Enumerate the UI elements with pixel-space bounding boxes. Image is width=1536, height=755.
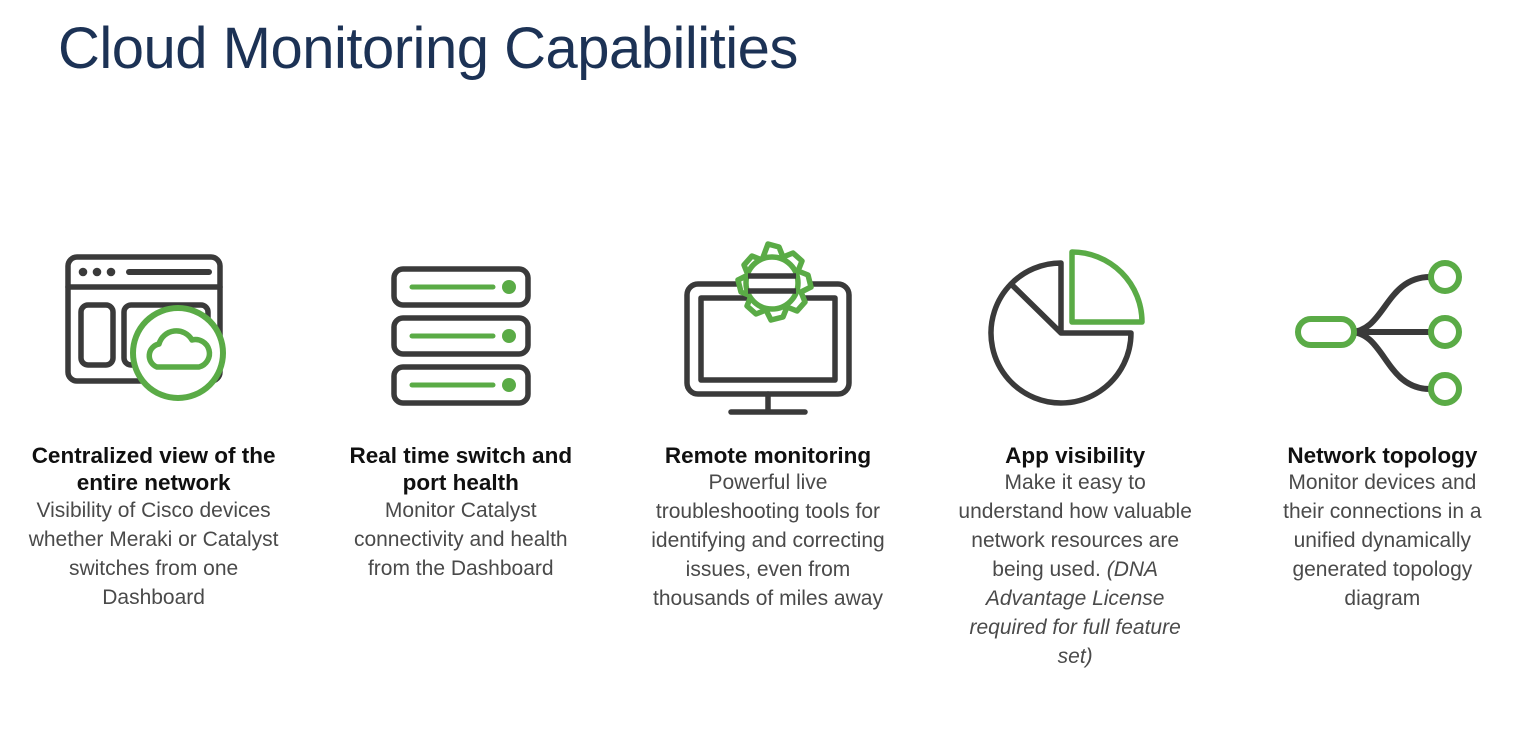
capability-column-switch-health: Real time switch and port health Monitor… (307, 228, 614, 584)
slide-canvas: Cloud Monitoring Capabilities Centralize… (0, 0, 1536, 755)
caption-heading: Remote monitoring (664, 443, 872, 468)
caption-block: Centralized view of the entire network V… (18, 442, 290, 613)
caption-block: Network topology Monitor devices and the… (1277, 442, 1487, 614)
server-stack-icon (307, 228, 614, 428)
caption-body-text: Powerful live troubleshooting tools for … (651, 471, 885, 611)
capability-column-remote-monitoring: Remote monitoring Powerful live troubles… (614, 228, 921, 614)
capability-columns: Centralized view of the entire network V… (0, 228, 1536, 672)
caption-body-text: Monitor devices and their connections in… (1283, 471, 1482, 611)
caption-heading: Real time switch and port health (349, 443, 573, 496)
capability-column-centralized-view: Centralized view of the entire network V… (0, 228, 307, 613)
caption-block: Real time switch and port health Monitor… (336, 442, 586, 584)
browser-window-cloud-icon-svg (64, 254, 226, 401)
browser-window-cloud-icon (0, 228, 307, 428)
monitor-gear-icon (614, 228, 921, 428)
capability-column-network-topology: Network topology Monitor devices and the… (1229, 228, 1536, 614)
network-topology-icon (1229, 228, 1536, 428)
caption-body-text: Visibility of Cisco devices whether Mera… (28, 498, 279, 609)
caption-body: Visibility of Cisco devices whether Mera… (18, 497, 290, 613)
capability-column-app-visibility: App visibility Make it easy to understan… (922, 228, 1229, 672)
caption-body: Make it easy to understand how valuable … (950, 469, 1200, 672)
server-stack-icon-svg (391, 266, 531, 406)
caption-block: App visibility Make it easy to understan… (950, 442, 1200, 672)
caption-heading: Network topology (1287, 443, 1478, 468)
pie-chart-icon (922, 228, 1229, 428)
monitor-gear-icon-svg (684, 240, 852, 415)
caption-body: Powerful live troubleshooting tools for … (644, 469, 892, 614)
caption-body-text: Monitor Catalyst connectivity and health… (353, 498, 568, 580)
caption-body: Monitor devices and their connections in… (1277, 469, 1487, 614)
page-title: Cloud Monitoring Capabilities (58, 16, 798, 81)
pie-chart-icon-svg (987, 249, 1145, 406)
caption-heading: App visibility (1005, 443, 1146, 468)
caption-body: Monitor Catalyst connectivity and health… (336, 497, 586, 584)
network-topology-icon-svg (1294, 260, 1462, 406)
caption-block: Remote monitoring Powerful live troubles… (644, 442, 892, 614)
caption-heading: Centralized view of the entire network (31, 443, 276, 496)
